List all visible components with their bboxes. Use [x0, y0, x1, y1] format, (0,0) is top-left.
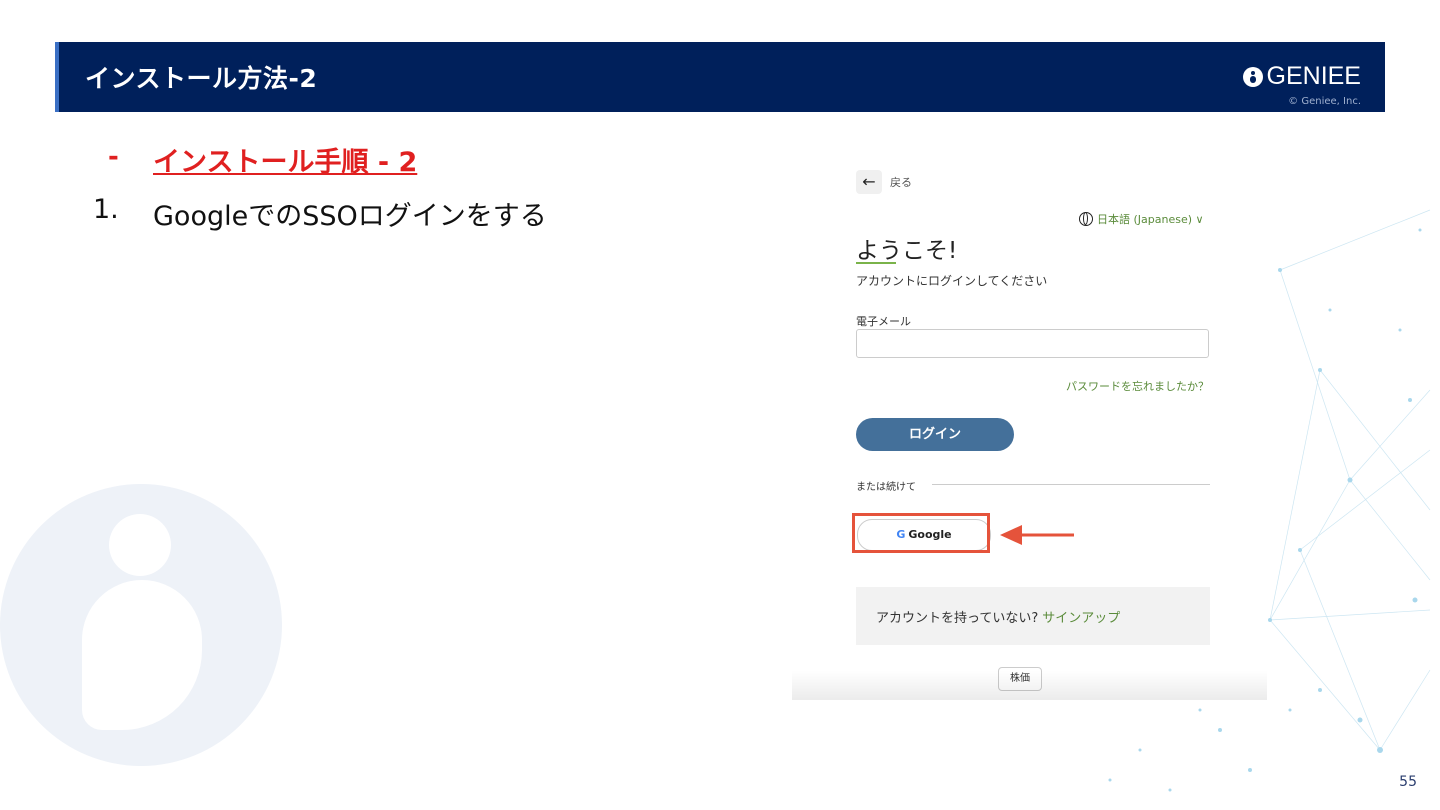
globe-icon — [1079, 212, 1093, 226]
language-selector[interactable]: 日本語 (Japanese) ∨ — [1079, 211, 1204, 227]
logo-text: GENIEE — [1266, 62, 1361, 90]
login-screenshot: ← 戻る 日本語 (Japanese) ∨ ようこそ! アカウントにログインして… — [792, 127, 1267, 700]
highlight-box — [852, 513, 990, 553]
signup-prompt: アカウントを持っていない? — [876, 611, 1039, 626]
step-text: GoogleでのSSOログインをする — [153, 201, 547, 232]
divider — [932, 484, 1210, 485]
slide-title: インストール方法-2 — [85, 64, 318, 93]
signup-panel: アカウントを持っていない? サインアップ — [856, 587, 1210, 645]
login-button[interactable]: ログイン — [856, 418, 1014, 451]
email-label: 電子メール — [856, 315, 911, 328]
email-field[interactable] — [856, 329, 1209, 358]
signup-text: アカウントを持っていない? サインアップ — [876, 607, 1120, 626]
geniee-logo-icon — [1242, 66, 1263, 87]
login-subtitle: アカウントにログインしてください — [856, 274, 1048, 288]
forgot-password-link[interactable]: パスワードを忘れましたか？ — [1066, 378, 1209, 394]
decorative-logo-watermark — [0, 484, 282, 766]
watermark-dot — [109, 514, 171, 576]
bullet-dash: - — [108, 142, 119, 172]
back-button[interactable]: ← — [856, 170, 882, 194]
screenshot-shadow — [792, 670, 1267, 700]
page-number: 55 — [1399, 774, 1417, 790]
or-continue-label: または続けて — [856, 482, 916, 493]
arrow-left-annotation-icon — [1000, 525, 1074, 545]
geniee-logo: GENIEE — [1242, 62, 1361, 91]
welcome-heading: ようこそ! — [856, 238, 958, 264]
section-heading: インストール手順 - 2 — [153, 147, 418, 178]
back-label[interactable]: 戻る — [890, 174, 912, 190]
step-number: 1. — [93, 194, 119, 225]
signup-link[interactable]: サインアップ — [1042, 611, 1120, 626]
watermark-tail — [82, 580, 202, 730]
arrow-left-icon: ← — [862, 172, 876, 191]
welcome-underline — [856, 262, 896, 264]
copyright: © Geniee, Inc. — [1288, 96, 1361, 107]
language-label: 日本語 (Japanese) ∨ — [1097, 213, 1204, 226]
slide-header: インストール方法-2 GENIEE © Geniee, Inc. — [55, 42, 1385, 112]
